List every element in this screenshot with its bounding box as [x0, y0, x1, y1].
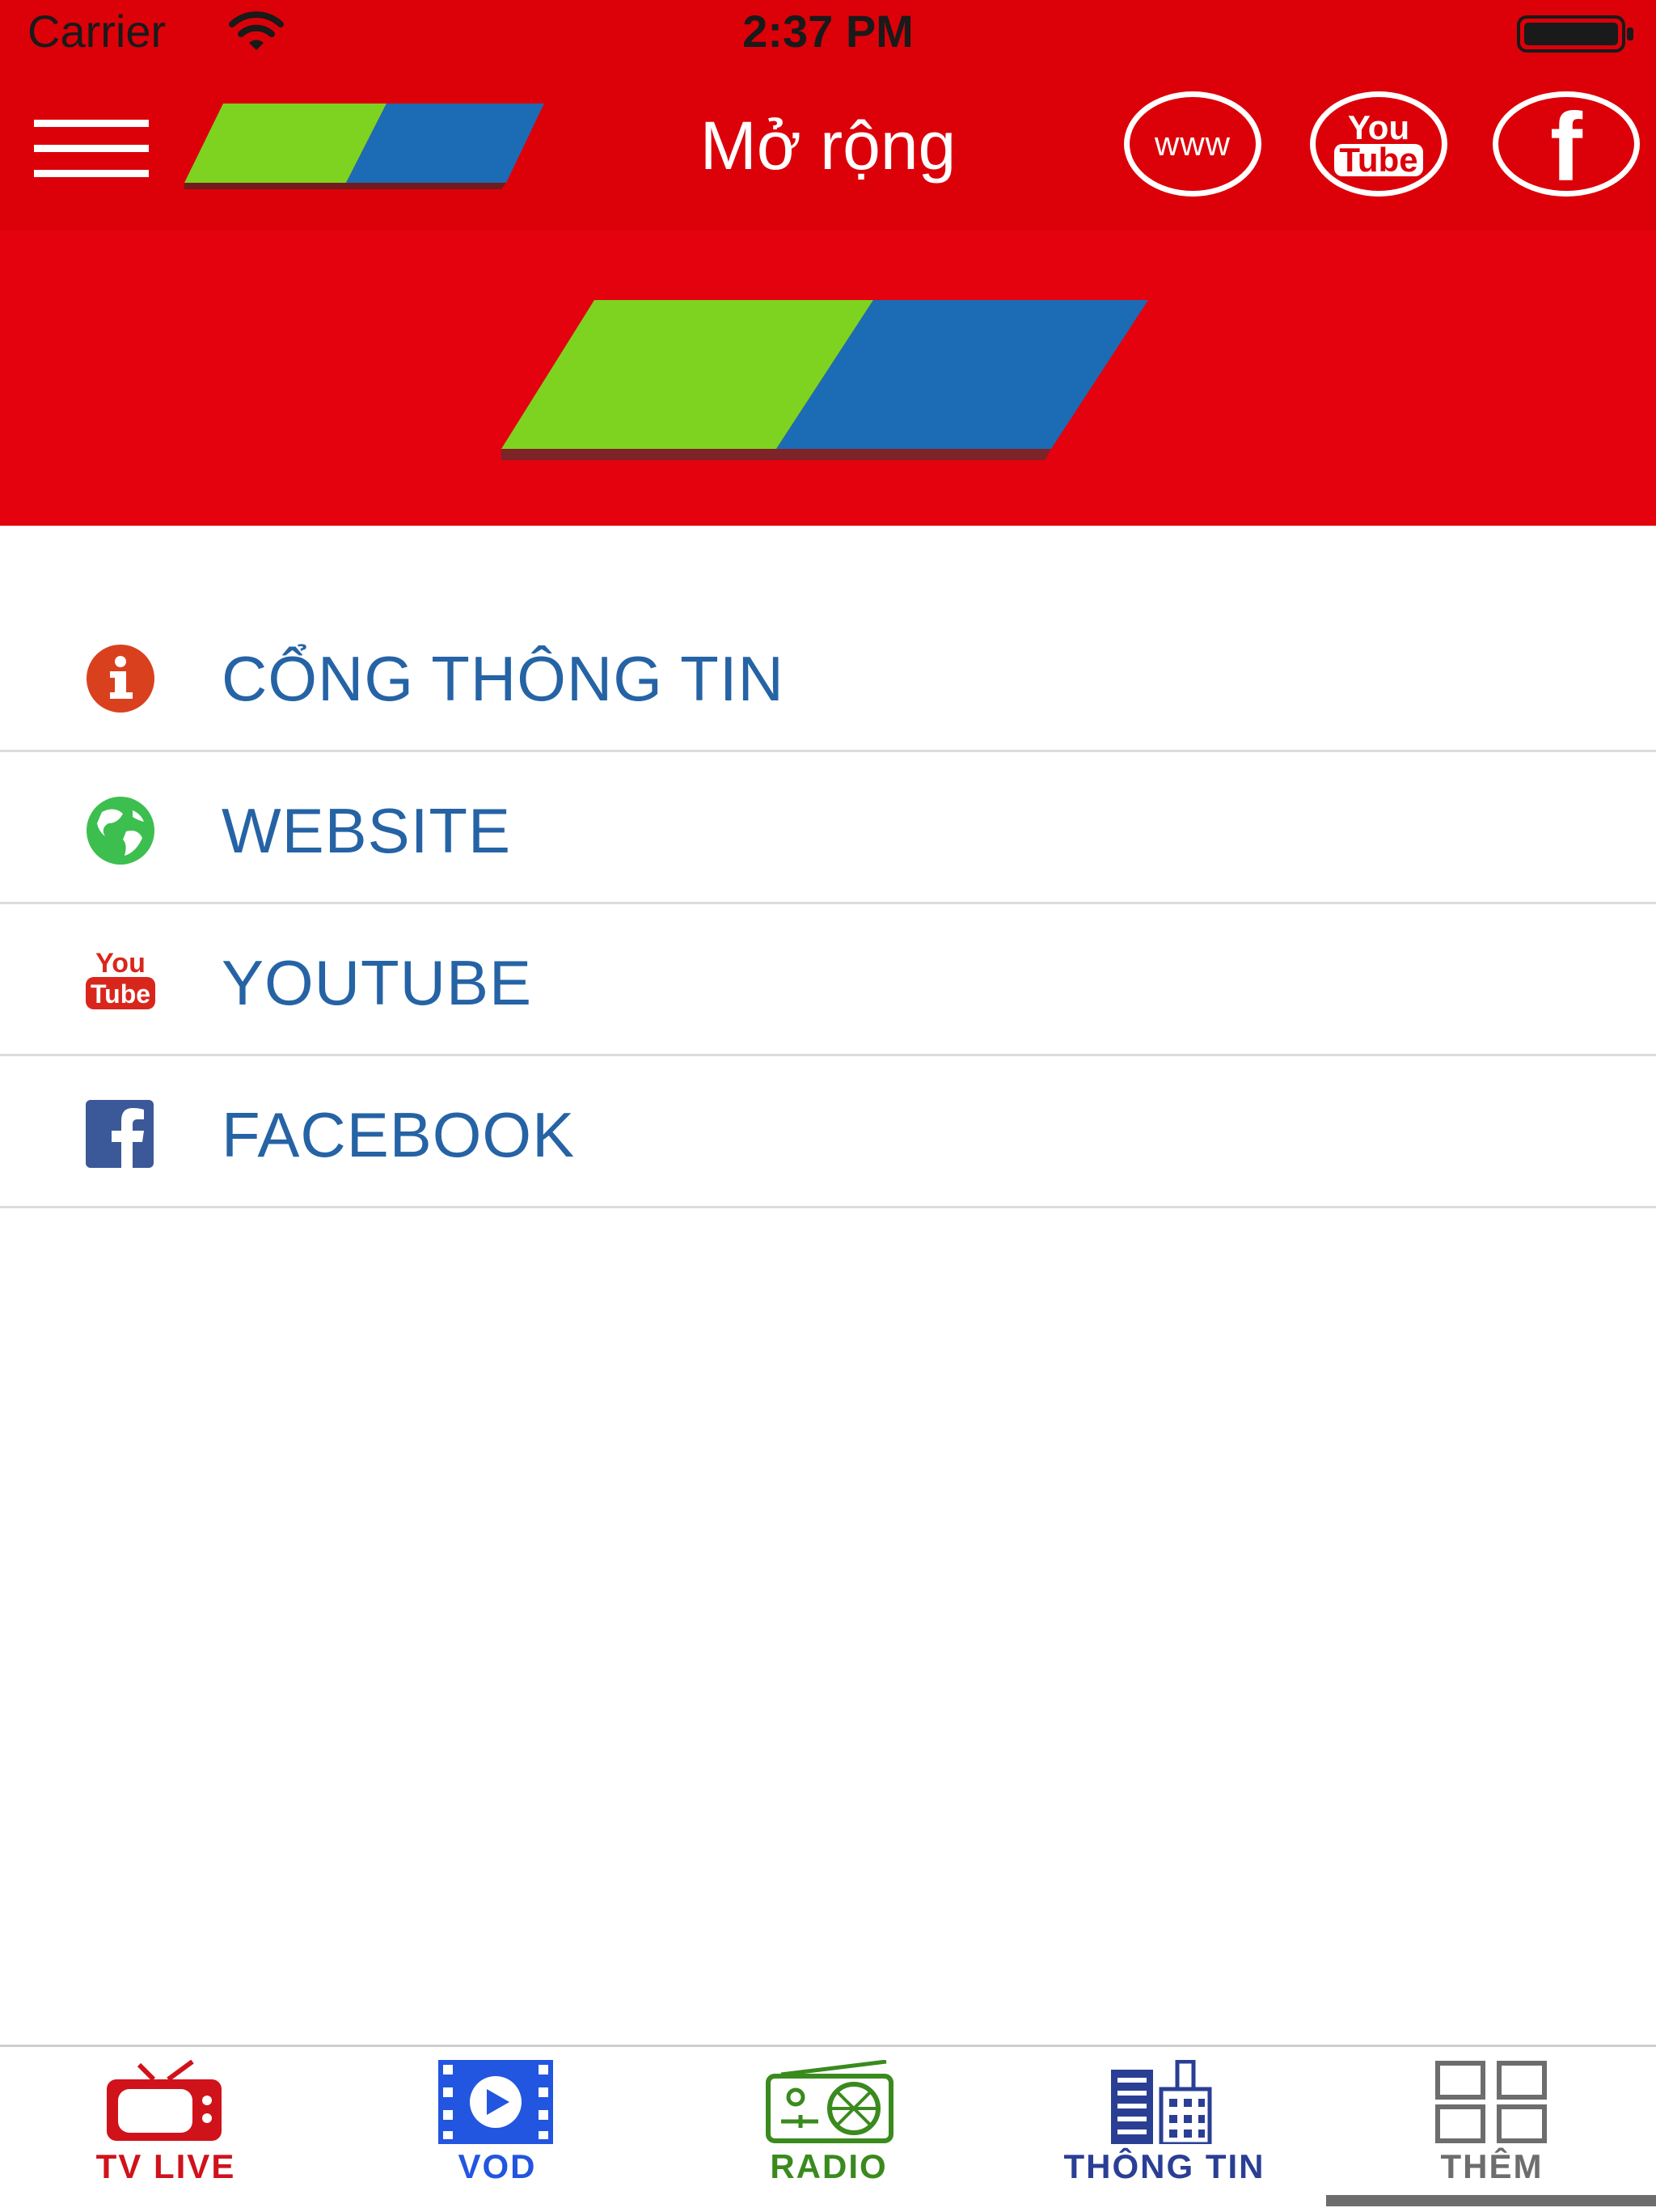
battery-icon	[1517, 15, 1633, 53]
navigation-bar: Carrier 2:37 PM Mở rộng www You Tube f	[0, 0, 1656, 231]
youtube-logo-text: You Tube	[1334, 111, 1423, 177]
svg-text:You: You	[95, 948, 146, 979]
tv-icon	[107, 2060, 222, 2141]
facebook-button[interactable]: f	[1493, 91, 1640, 197]
tab-tv-live[interactable]: TV LIVE	[32, 2047, 299, 2212]
film-play-icon	[438, 2060, 553, 2144]
grid-icon	[1435, 2061, 1547, 2143]
tab-label: RADIO	[770, 2147, 888, 2185]
banner	[0, 231, 1656, 526]
facebook-f-icon: f	[1550, 93, 1582, 201]
status-time: 2:37 PM	[742, 6, 914, 57]
tab-label: THÊM	[1440, 2147, 1544, 2185]
selected-tab-indicator	[1326, 2195, 1656, 2206]
svg-text:Tube: Tube	[91, 979, 150, 1009]
buildings-icon	[1111, 2060, 1212, 2144]
tbtv-logo-large	[493, 295, 1148, 469]
list-item-cong-thong-tin[interactable]: CỔNG THÔNG TIN	[0, 600, 1656, 752]
tab-them[interactable]: THÊM	[1358, 2047, 1625, 2212]
list-item-facebook[interactable]: FACEBOOK	[0, 1056, 1656, 1208]
tab-label: THÔNG TIN	[1063, 2147, 1265, 2185]
www-button[interactable]: www	[1124, 91, 1261, 197]
youtube-icon: You Tube	[86, 948, 155, 1009]
list-label: YOUTUBE	[222, 947, 533, 1018]
facebook-icon	[86, 1100, 154, 1168]
list-item-youtube[interactable]: You Tube YOUTUBE	[0, 904, 1656, 1056]
tab-thong-tin[interactable]: THÔNG TIN	[1019, 2047, 1310, 2212]
www-label: www	[1155, 125, 1231, 163]
list-item-website[interactable]: WEBSITE	[0, 752, 1656, 904]
globe-icon	[87, 797, 154, 865]
tab-radio[interactable]: RADIO	[695, 2047, 962, 2212]
tab-label: VOD	[458, 2147, 537, 2185]
list-label: FACEBOOK	[222, 1099, 576, 1170]
list-label: CỔNG THÔNG TIN	[222, 643, 784, 714]
tab-bar: TV LIVE VOD RADIO THÔNG TIN THÊM	[0, 2045, 1656, 2210]
radio-icon	[766, 2060, 893, 2143]
youtube-button[interactable]: You Tube	[1310, 91, 1447, 197]
tab-label: TV LIVE	[95, 2147, 236, 2185]
tab-vod[interactable]: VOD	[364, 2047, 631, 2212]
info-icon	[87, 645, 154, 713]
list-label: WEBSITE	[222, 795, 512, 866]
